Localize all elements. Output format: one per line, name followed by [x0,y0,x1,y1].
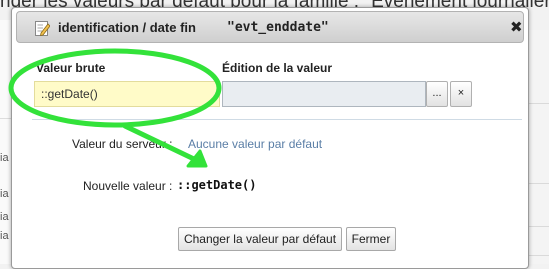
server-value-label: Valeur du serveur : [72,137,173,151]
new-value: ::getDate() [177,178,257,192]
background-row-text: ia [0,188,9,200]
raw-value-input[interactable] [34,81,220,107]
close-button[interactable]: Fermer [346,227,396,251]
default-value-dialog: identification / date fin "evt_enddate" … [11,7,529,269]
change-default-button[interactable]: Changer la valeur par défaut [178,227,342,251]
dialog-attribute-code: "evt_enddate" [227,20,329,35]
clear-value-button[interactable]: × [450,81,472,107]
dialog-title: identification / date fin [58,20,196,35]
edit-pencil-icon [35,21,50,36]
server-value: Aucune valeur par défaut [188,137,323,151]
raw-value-label: Valeur brute [36,61,106,75]
edit-value-input[interactable] [222,81,426,107]
edit-value-label: Édition de la valeur [222,61,333,75]
close-icon[interactable]: ✖ [510,18,523,36]
background-row-text: ia [0,230,9,242]
background-row-text: ia [0,211,9,223]
dialog-titlebar[interactable]: identification / date fin "evt_enddate" … [16,11,524,43]
background-row-text: ia [0,152,9,164]
section-divider [32,119,522,120]
new-value-label: Nouvelle valeur : [83,179,173,193]
browse-button[interactable]: ... [426,81,448,107]
